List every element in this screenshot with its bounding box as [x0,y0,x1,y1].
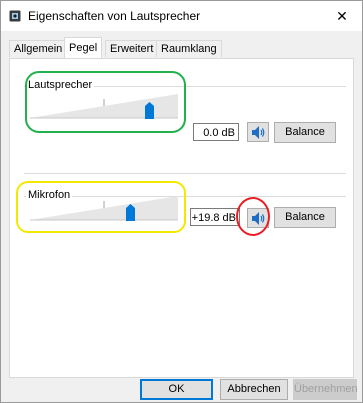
microphone-slider-thumb[interactable] [126,204,135,221]
title-bar[interactable]: Eigenschaften von Lautsprecher ✕ [1,1,362,31]
speaker-volume-slider[interactable] [30,93,178,119]
group-separator [24,173,346,174]
tab-erweitert[interactable]: Erweitert [105,40,159,57]
speaker-app-icon [9,10,21,22]
speaker-slider-thumb[interactable] [145,102,154,119]
tab-pegel[interactable]: Pegel [64,37,103,58]
close-button[interactable]: ✕ [322,1,362,31]
speaker-icon [252,212,265,225]
apply-button[interactable]: Übernehmen [293,379,358,400]
microphone-volume-slider[interactable] [30,195,178,221]
speaker-mute-button[interactable] [247,122,269,142]
microphone-value-field[interactable]: +19.8 dB [190,208,240,226]
speaker-value-field[interactable]: 0.0 dB [193,123,239,141]
microphone-mute-button[interactable] [247,208,269,228]
dialog-client-area: Allgemein Pegel Erweitert Raumklang Laut… [1,31,362,402]
pegel-panel: Lautsprecher 0.0 dB Balance Mikrofon +19… [9,58,354,378]
microphone-balance-button[interactable]: Balance [274,207,336,228]
ok-button[interactable]: OK [140,379,213,400]
window-title: Eigenschaften von Lautsprecher [28,9,201,23]
speaker-group-label: Lautsprecher [26,79,95,91]
speaker-group: Lautsprecher [24,79,346,91]
speaker-slider-track [30,94,178,119]
tab-raumklang[interactable]: Raumklang [156,40,222,57]
speaker-balance-button[interactable]: Balance [274,122,336,143]
cancel-button[interactable]: Abbrechen [220,379,288,400]
tab-allgemein[interactable]: Allgemein [9,40,68,57]
speaker-icon [252,126,265,139]
microphone-slider-track [30,196,178,221]
close-icon: ✕ [336,8,348,24]
properties-dialog: Eigenschaften von Lautsprecher ✕ Allgeme… [0,0,363,403]
